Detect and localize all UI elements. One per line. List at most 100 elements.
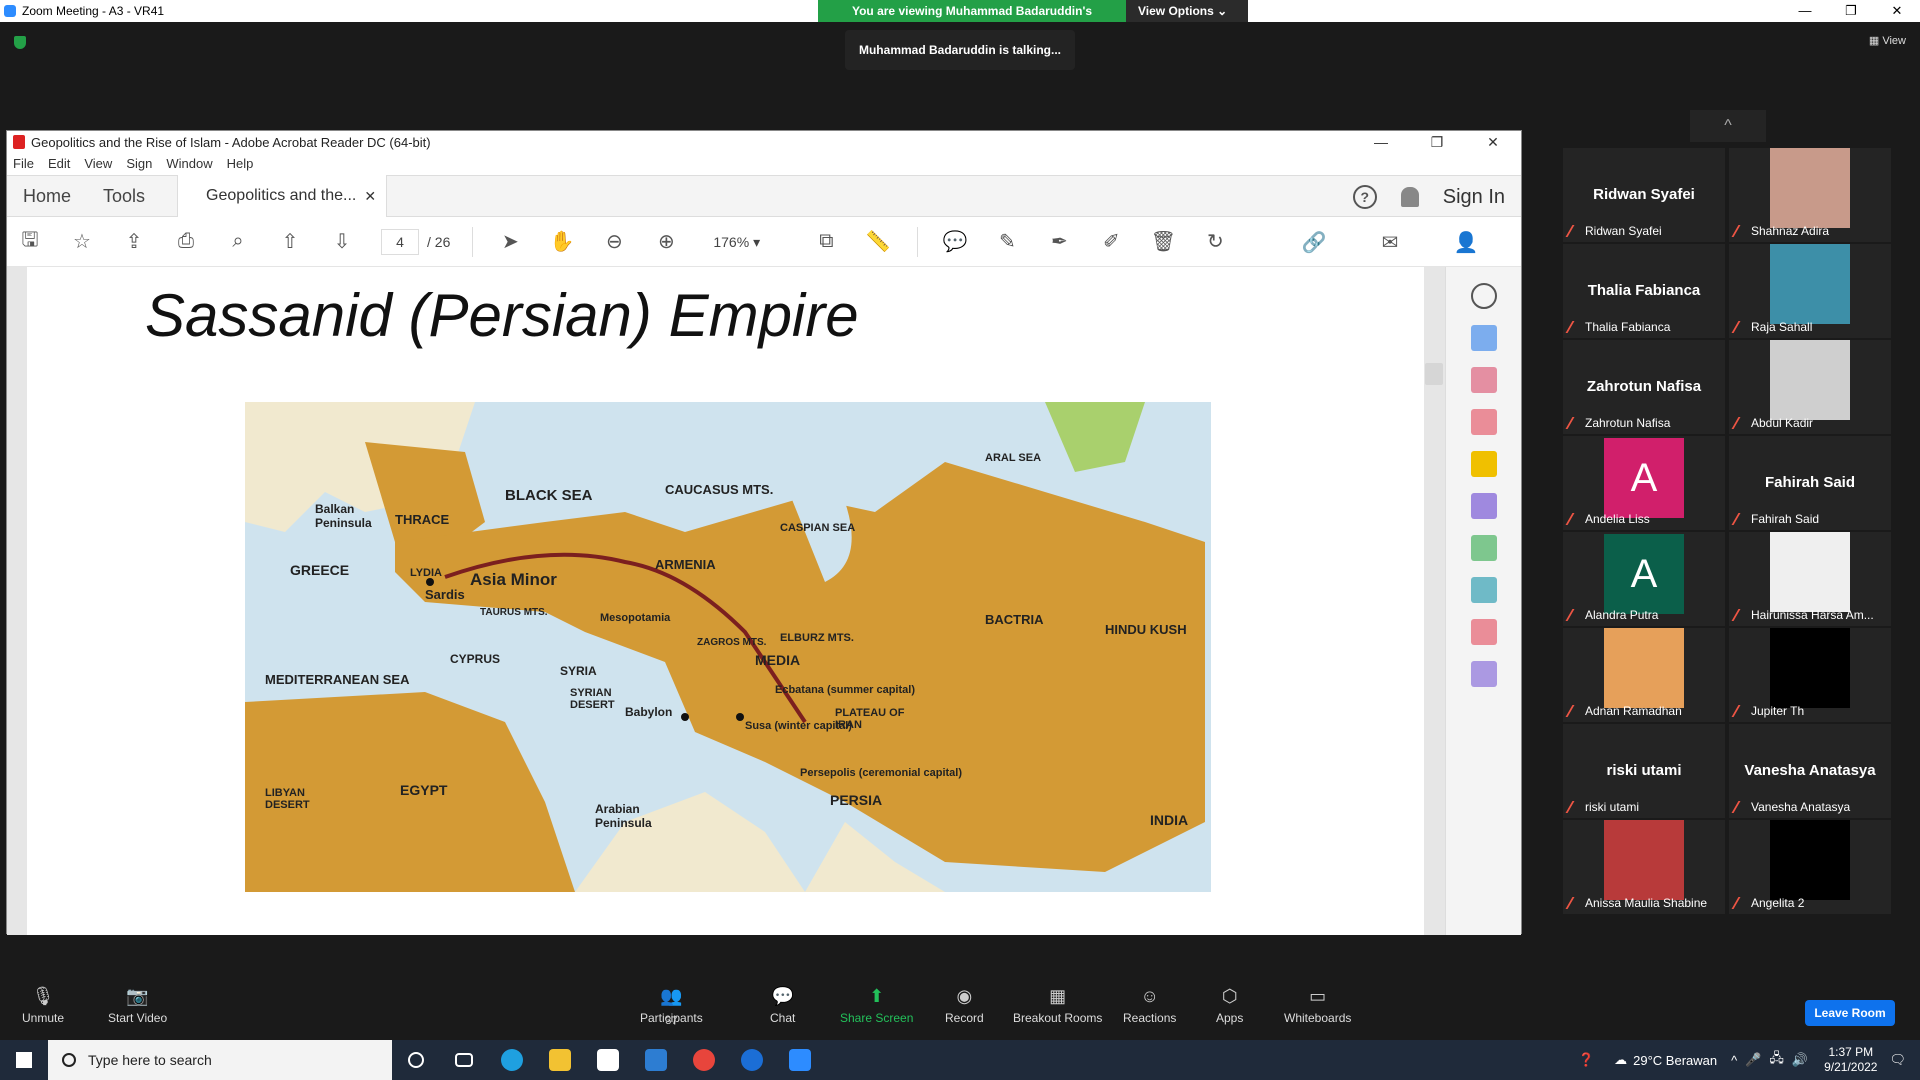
sign-in-button[interactable]: Sign In [1443, 186, 1505, 209]
highlight-pen-icon[interactable]: ✎ [994, 229, 1020, 255]
participant-tile[interactable]: Thalia Fabianca Thalia Fabianca [1563, 244, 1725, 338]
participant-tile[interactable]: Zahrotun Nafisa Zahrotun Nafisa [1563, 340, 1725, 434]
tab-home[interactable]: Home [7, 175, 87, 217]
rotate-icon[interactable]: ↻ [1202, 229, 1228, 255]
vertical-scrollbar[interactable] [1425, 271, 1443, 931]
upload-cloud-icon[interactable]: ⇪ [121, 229, 147, 255]
hand-tool-icon[interactable]: ✋ [549, 229, 575, 255]
search-zoom-icon[interactable]: ⌕ [225, 229, 251, 255]
rail-zoom-icon[interactable] [1470, 283, 1497, 309]
edge-icon[interactable] [488, 1040, 536, 1080]
participant-tile[interactable]: Hairunissa Harsa Am... [1729, 532, 1891, 626]
measure-ruler-icon[interactable]: 📏 [865, 229, 891, 255]
network-icon[interactable]: 🖧 [1769, 1049, 1784, 1071]
volume-icon[interactable]: 🔊 [1792, 1052, 1808, 1068]
store-icon[interactable] [584, 1040, 632, 1080]
document-viewport[interactable]: Sassanid (Persian) Empire BLACK SEA CAUC… [7, 267, 1447, 935]
participants-button[interactable]: 👥 37 Participants [640, 985, 703, 1027]
edit-tag-icon[interactable]: ✐ [1098, 229, 1124, 255]
whiteboards-button[interactable]: ▭ Whiteboards [1284, 985, 1351, 1025]
view-button[interactable]: ▦ View [1869, 34, 1906, 47]
zoom-level-select[interactable]: 176% ▾ [705, 229, 785, 255]
acrobat-close-button[interactable]: ✕ [1465, 131, 1521, 153]
rail-convert-icon[interactable] [1470, 577, 1497, 603]
notification-bell-icon[interactable] [1400, 187, 1419, 207]
email-icon[interactable]: ✉ [1377, 229, 1403, 255]
comment-icon[interactable]: 💬 [942, 229, 968, 255]
zoom-out-icon[interactable]: ⊖ [601, 229, 627, 255]
help-icon[interactable]: ? [1352, 185, 1377, 209]
minimize-button[interactable]: — [1782, 0, 1828, 22]
notification-center-icon[interactable]: 🗨 [1889, 1052, 1906, 1068]
share-screen-button[interactable]: ⬆ Share Screen [840, 985, 913, 1025]
menu-view[interactable]: View [84, 153, 112, 175]
apps-button[interactable]: ⬡ Apps [1216, 985, 1243, 1025]
rail-create-pdf-icon[interactable] [1470, 409, 1497, 435]
chat-button[interactable]: 💬 Chat [770, 985, 795, 1025]
tab-tools[interactable]: Tools [87, 175, 161, 217]
mail-icon[interactable] [632, 1040, 680, 1080]
chevron-up-icon[interactable]: ^ [1731, 1053, 1737, 1068]
participant-tile[interactable]: Fahirah Said Fahirah Said [1729, 436, 1891, 530]
participant-tile[interactable]: riski utami riski utami [1563, 724, 1725, 818]
record-button[interactable]: ◉ Record [945, 985, 984, 1025]
acrobat-minimize-button[interactable]: — [1353, 131, 1409, 153]
rail-comment-icon[interactable] [1470, 451, 1497, 477]
page-fit-icon[interactable]: ⧉ [813, 229, 839, 255]
participant-tile[interactable]: Vanesha Anatasya Vanesha Anatasya [1729, 724, 1891, 818]
encryption-shield-icon[interactable] [14, 36, 26, 49]
rail-edit-pdf-icon[interactable] [1470, 661, 1497, 687]
tab-close-icon[interactable]: ✕ [364, 175, 376, 217]
page-down-icon[interactable]: ⇩ [329, 229, 355, 255]
bookmark-star-icon[interactable]: ☆ [69, 229, 95, 255]
view-options-button[interactable]: View Options ⌄ [1126, 0, 1248, 22]
menu-help[interactable]: Help [227, 153, 254, 175]
collapse-gallery-icon[interactable]: ^ [1690, 110, 1766, 142]
menu-sign[interactable]: Sign [126, 153, 152, 175]
print-icon[interactable]: ⎙ [173, 229, 199, 255]
rail-combine-icon[interactable] [1470, 493, 1497, 519]
rail-export-icon[interactable] [1470, 325, 1497, 351]
chrome-icon[interactable] [680, 1040, 728, 1080]
help-tray-icon[interactable]: ❓ [1578, 1052, 1594, 1068]
participant-tile[interactable]: Jupiter Th [1729, 628, 1891, 722]
participant-tile[interactable]: Anissa Maulia Shabine [1563, 820, 1725, 914]
breakout-rooms-button[interactable]: ▦ Breakout Rooms [1013, 985, 1102, 1025]
select-cursor-icon[interactable]: ➤ [497, 229, 523, 255]
participant-tile[interactable]: Angelita 2 [1729, 820, 1891, 914]
participant-tile[interactable]: Shahnaz Adira [1729, 148, 1891, 242]
delete-trash-icon[interactable]: 🗑 [1150, 229, 1176, 255]
tab-document[interactable]: Geopolitics and the... ✕ [177, 175, 388, 217]
scroll-thumb[interactable] [1425, 363, 1443, 385]
page-up-icon[interactable]: ⇧ [277, 229, 303, 255]
start-video-button[interactable]: 📷 Start Video [108, 985, 167, 1025]
acrobat-restore-button[interactable]: ❐ [1409, 131, 1465, 153]
close-button[interactable]: ✕ [1874, 0, 1920, 22]
page-number-input[interactable]: 4 [381, 228, 419, 255]
microphone-icon[interactable]: 🎤 [1745, 1052, 1761, 1068]
rail-fill-sign-icon[interactable] [1470, 619, 1497, 645]
cortana-button[interactable] [392, 1040, 440, 1080]
participant-tile[interactable]: A Alandra Putra [1563, 532, 1725, 626]
reactions-button[interactable]: ☺ Reactions [1123, 985, 1176, 1025]
participant-tile[interactable]: Raja Sahall [1729, 244, 1891, 338]
share-user-icon[interactable]: 👤 [1453, 229, 1479, 255]
teamviewer-icon[interactable] [728, 1040, 776, 1080]
participant-tile[interactable]: Abdul Kadir [1729, 340, 1891, 434]
rail-compress-icon[interactable] [1470, 535, 1497, 561]
unmute-button[interactable]: 🎙 Unmute [22, 985, 64, 1025]
zoom-taskbar-icon[interactable] [776, 1040, 824, 1080]
task-view-button[interactable] [440, 1040, 488, 1080]
rail-organize-icon[interactable] [1470, 367, 1497, 393]
maximize-button[interactable]: ❐ [1828, 0, 1874, 22]
weather-text[interactable]: 29°C Berawan [1633, 1053, 1717, 1068]
menu-window[interactable]: Window [166, 153, 212, 175]
menu-edit[interactable]: Edit [48, 153, 70, 175]
draw-pen-icon[interactable]: ✒ [1046, 229, 1072, 255]
menu-file[interactable]: File [13, 153, 34, 175]
save-icon[interactable]: 🖫 [17, 229, 43, 255]
participant-tile[interactable]: Adnan Ramadhan [1563, 628, 1725, 722]
file-explorer-icon[interactable] [536, 1040, 584, 1080]
clock[interactable]: 1:37 PM 9/21/2022 [1824, 1045, 1877, 1075]
zoom-in-icon[interactable]: ⊕ [653, 229, 679, 255]
